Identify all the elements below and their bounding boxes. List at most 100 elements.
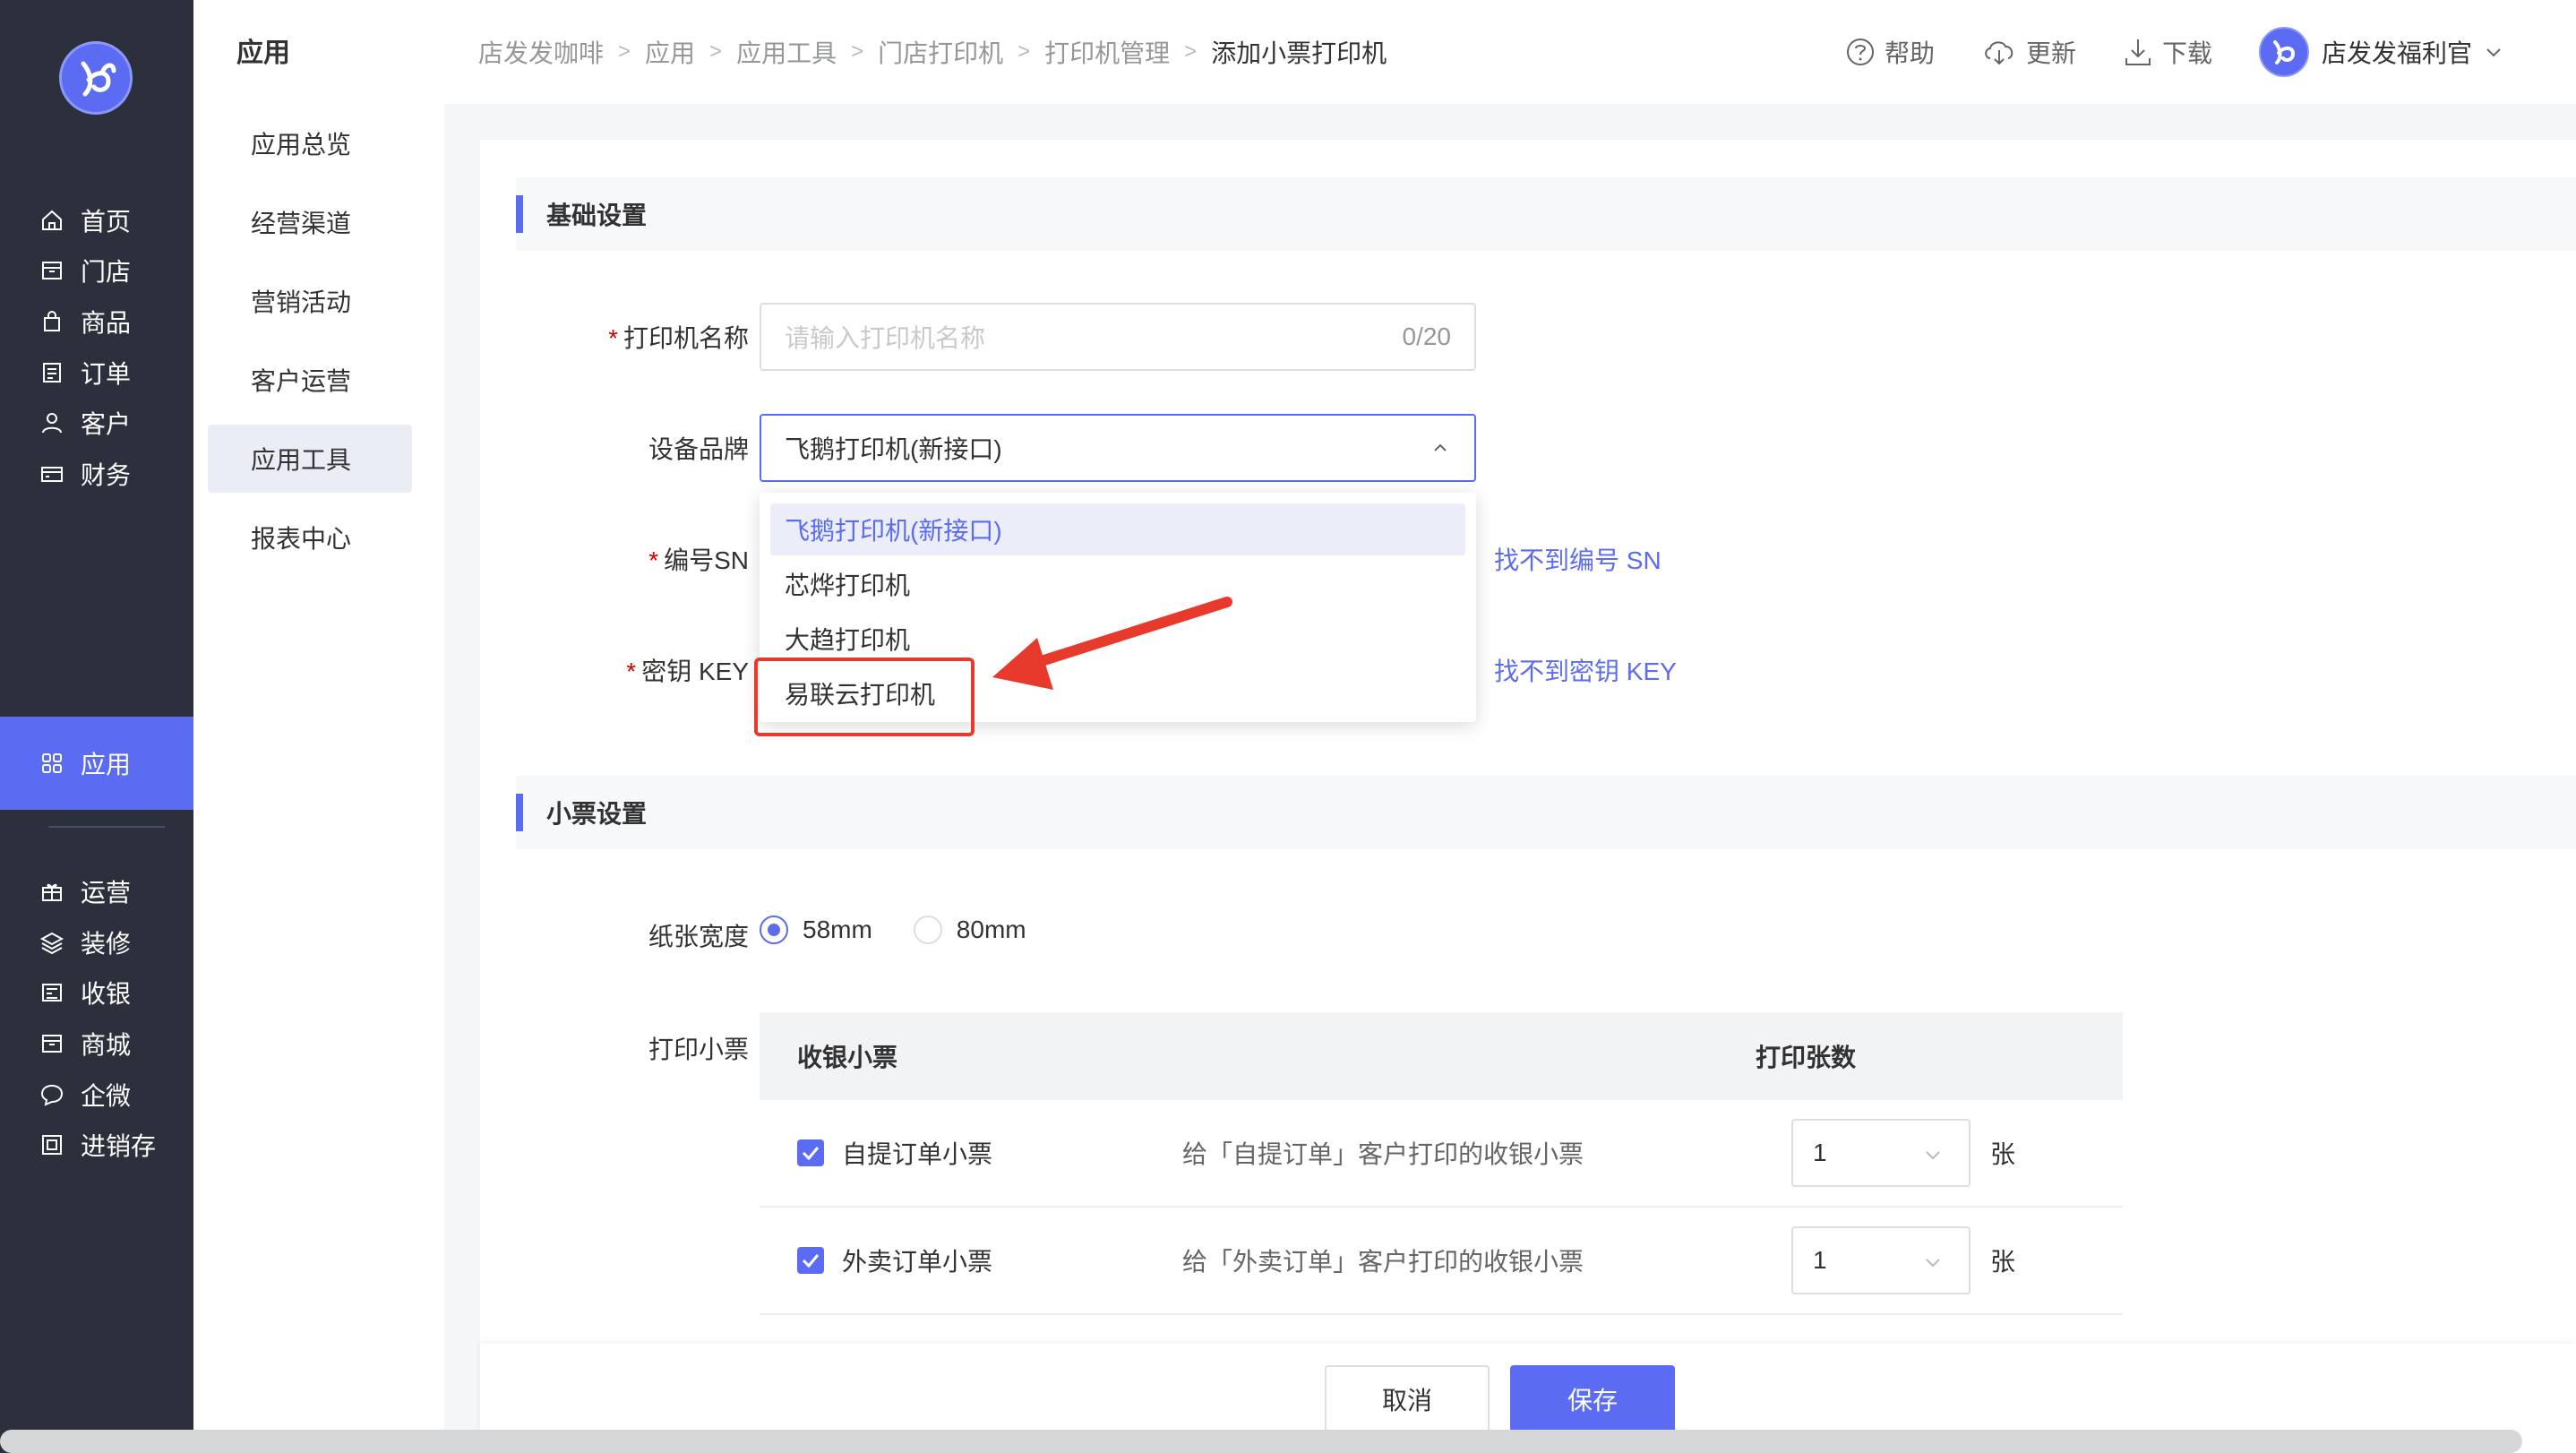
radio-80mm[interactable]: 80mm <box>913 916 1026 944</box>
column-header-receipt: 收银小票 <box>797 1044 898 1071</box>
nav-item-finance[interactable]: 财务 <box>0 427 193 520</box>
form-card: 基础设置 * 打印机名称 请输入打印机名称 0/20 设备品牌 飞鹅打印机(新接口… <box>480 140 2576 1453</box>
brand-option[interactable]: 飞鹅打印机(新接口) <box>770 503 1465 555</box>
nav-item-inventory[interactable]: 进销存 <box>0 1098 193 1191</box>
row-name: 外卖订单小票 <box>842 1248 993 1276</box>
paper-width-radio-group: 58mm 80mm <box>760 916 1068 944</box>
print-count-value: 1 <box>1813 1139 1827 1166</box>
chevron-right-icon: > <box>851 39 864 64</box>
breadcrumb: 店发发咖啡 > 应用 > 应用工具 > 门店打印机 > 打印机管理 > 添加小票打印机 <box>478 34 1387 70</box>
check-icon <box>802 1147 820 1161</box>
download-icon <box>2125 39 2151 65</box>
print-count-select[interactable]: 1 <box>1791 1119 1971 1187</box>
inventory-icon <box>42 1135 62 1155</box>
radio-label: 80mm <box>956 916 1026 943</box>
update-button[interactable]: 更新 <box>1981 34 2076 70</box>
radio-dot <box>760 916 788 944</box>
print-receipt-label: 打印小票 <box>648 1036 749 1063</box>
sn-label-text: 编号SN <box>664 546 749 574</box>
brand-option[interactable]: 易联云打印机 <box>770 667 1465 719</box>
column-header-count: 打印张数 <box>1756 1044 1857 1071</box>
chevron-right-icon: > <box>1018 39 1031 64</box>
horizontal-scrollbar[interactable] <box>0 1430 2522 1453</box>
nav-label: 进销存 <box>81 1132 157 1160</box>
checkbox-checked[interactable] <box>797 1247 824 1274</box>
nav-label: 财务 <box>81 461 132 489</box>
row-desc: 给「自提订单」客户打印的收银小票 <box>1182 1140 1584 1168</box>
apps-icon <box>42 753 62 773</box>
subnav-item-customer-ops[interactable]: 客户运营 <box>208 346 412 414</box>
find-sn-link[interactable]: 找不到编号 SN <box>1494 541 1662 577</box>
printer-name-label-text: 打印机名称 <box>623 324 749 352</box>
breadcrumb-item[interactable]: 打印机管理 <box>1044 34 1170 70</box>
section-basic-title: 基础设置 <box>516 177 2576 251</box>
update-label: 更新 <box>2025 39 2076 67</box>
print-count-value: 1 <box>1813 1246 1827 1274</box>
subnav-item-channels[interactable]: 经营渠道 <box>208 188 412 256</box>
user-name: 店发发福利官 <box>2321 39 2472 67</box>
brand-label: 设备品牌 <box>648 435 749 463</box>
subnav-item-overview[interactable]: 应用总览 <box>208 109 412 177</box>
breadcrumb-current: 添加小票打印机 <box>1211 39 1387 67</box>
find-key-link[interactable]: 找不到密钥 KEY <box>1494 652 1677 688</box>
brand-dropdown: 飞鹅打印机(新接口) 芯烨打印机 大趋打印机 易联云打印机 <box>760 493 1476 722</box>
key-label-text: 密钥 KEY <box>641 658 749 685</box>
subnav-item-reports[interactable]: 报表中心 <box>208 503 412 572</box>
subnav-title: 应用 <box>236 39 290 68</box>
char-counter: 0/20 <box>1402 322 1452 350</box>
top-bar: 店发发咖啡 > 应用 > 应用工具 > 门店打印机 > 打印机管理 > 添加小票打印机 帮… <box>444 0 2576 104</box>
chevron-right-icon: > <box>618 39 631 64</box>
chevron-down-icon <box>2486 48 2501 57</box>
printer-name-input[interactable]: 请输入打印机名称 0/20 <box>760 303 1476 371</box>
key-label: * 密钥 KEY <box>626 658 749 685</box>
table-row: 自提订单小票 给「自提订单」客户打印的收银小票 1 张 <box>760 1100 2123 1208</box>
receipt-table: 收银小票 打印张数 自提订单小票 给「自提订单」客户打印的收银小票 1 张 外卖… <box>760 1012 2123 1315</box>
nav-label: 应用 <box>81 751 132 778</box>
subnav-item-tools[interactable]: 应用工具 <box>208 425 412 493</box>
row-name: 自提订单小票 <box>842 1140 993 1168</box>
breadcrumb-item[interactable]: 门店打印机 <box>878 34 1003 70</box>
brand-option[interactable]: 芯烨打印机 <box>770 558 1465 610</box>
cancel-button[interactable]: 取消 <box>1325 1365 1490 1433</box>
help-button[interactable]: 帮助 <box>1845 34 1935 70</box>
breadcrumb-item[interactable]: 店发发咖啡 <box>478 34 604 70</box>
nav-divider <box>48 826 165 828</box>
radio-label: 58mm <box>803 916 872 943</box>
help-icon <box>1846 39 1874 65</box>
chevron-down-icon <box>1926 1259 1940 1268</box>
radio-dot <box>913 916 942 944</box>
app-logo[interactable] <box>59 41 133 115</box>
save-button[interactable]: 保存 <box>1510 1365 1675 1433</box>
breadcrumb-item[interactable]: 应用 <box>645 34 695 70</box>
sub-sidebar: 应用 应用总览 经营渠道 营销活动 客户运营 应用工具 报表中心 <box>193 0 444 1453</box>
user-menu[interactable]: 店发发福利官 <box>2258 27 2504 77</box>
wallet-icon <box>41 467 63 482</box>
paper-width-label: 纸张宽度 <box>648 923 749 950</box>
unit-label: 张 <box>1990 1140 2016 1168</box>
row-desc: 给「外卖订单」客户打印的收银小票 <box>1182 1248 1584 1276</box>
unit-label: 张 <box>1990 1248 2016 1276</box>
printer-name-label: * 打印机名称 <box>608 324 749 352</box>
breadcrumb-item[interactable]: 应用工具 <box>736 34 837 70</box>
check-icon <box>802 1254 820 1268</box>
chevron-right-icon: > <box>1184 39 1198 64</box>
help-label: 帮助 <box>1884 39 1935 67</box>
top-actions: 帮助 更新 下载 店发发福利官 <box>1799 27 2504 77</box>
chevron-up-icon <box>1434 443 1447 451</box>
section-receipt-title: 小票设置 <box>516 776 2576 849</box>
subnav-item-marketing[interactable]: 营销活动 <box>208 267 412 335</box>
checkbox-checked[interactable] <box>797 1139 824 1166</box>
brand-option[interactable]: 大趋打印机 <box>770 613 1465 665</box>
brand-select[interactable]: 飞鹅打印机(新接口) <box>760 414 1476 482</box>
chevron-right-icon: > <box>709 39 723 64</box>
table-row: 外卖订单小票 给「外卖订单」客户打印的收银小票 1 张 <box>760 1208 2123 1315</box>
nav-item-apps[interactable]: 应用 <box>0 717 193 810</box>
print-count-select[interactable]: 1 <box>1791 1226 1971 1294</box>
table-header: 收银小票 打印张数 <box>760 1012 2123 1100</box>
download-label: 下载 <box>2161 39 2212 67</box>
printer-name-placeholder: 请输入打印机名称 <box>785 324 986 352</box>
chevron-down-icon <box>1926 1151 1940 1160</box>
radio-58mm[interactable]: 58mm <box>760 916 872 944</box>
cloud-download-icon <box>1985 41 2014 65</box>
download-button[interactable]: 下载 <box>2123 34 2212 70</box>
